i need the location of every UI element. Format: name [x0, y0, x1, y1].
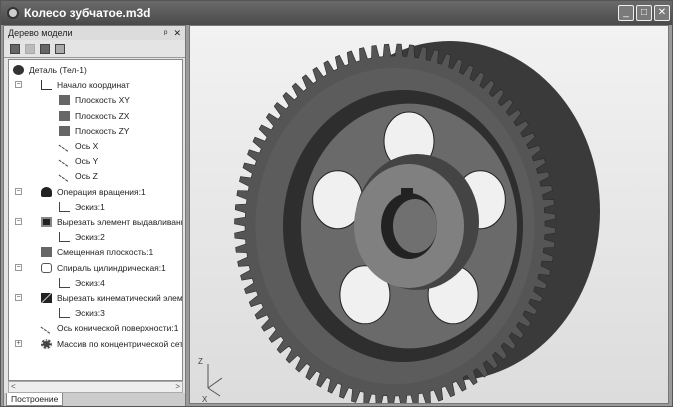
tab-construction[interactable]: Построение [6, 393, 64, 406]
sketch-icon [59, 308, 70, 319]
scroll-left-button[interactable]: < [11, 382, 16, 391]
plane-icon [41, 247, 52, 258]
plane-icon [59, 95, 70, 106]
tree-item-label: Массив по концентрической сетке:1 [57, 338, 183, 349]
expand-toggle[interactable]: − [15, 294, 22, 301]
title-bar: Колесо зубчатое.m3d [1, 1, 672, 25]
panel-tabs: Построение [4, 393, 185, 406]
tree-item-label: Вырезать кинематический элемент:1 [57, 293, 183, 303]
tree-view-icon[interactable] [10, 43, 20, 54]
tree-item[interactable]: Эскиз:1 [59, 200, 105, 214]
expand-toggle[interactable]: − [15, 263, 22, 271]
pin-button[interactable]: ᵖ [164, 28, 167, 38]
helix-icon [41, 262, 52, 273]
tree-item[interactable]: Массив по концентрической сетке:1 [41, 337, 183, 351]
tree-item[interactable]: Ось конической поверхности:1 [40, 321, 179, 335]
expand-toggle[interactable]: − [15, 187, 22, 195]
filter-icon[interactable] [55, 43, 65, 54]
tree-item-label: Начало координат [57, 80, 130, 91]
list-view-icon[interactable] [25, 43, 35, 54]
model-tree: Деталь (Тел-1) Начало координат − Плоскость… [8, 59, 183, 381]
revolve-icon [41, 186, 52, 197]
axis-icon [58, 155, 71, 167]
panel-title: Дерево модели [8, 28, 73, 38]
tree-item[interactable]: Эскиз:3 [59, 306, 105, 320]
sweep-cut-icon [41, 293, 52, 303]
expand-toggle[interactable]: − [15, 218, 22, 225]
app-icon [7, 7, 19, 19]
model-tree-panel: Дерево модели ᵖ ✕ Деталь (Тел-1) Начало к… [3, 25, 186, 406]
plane-icon [59, 110, 70, 121]
maximize-button[interactable]: □ [636, 5, 652, 21]
extrude-cut-icon [41, 217, 52, 227]
axis-y-line [207, 377, 223, 389]
tree-item[interactable]: Спираль цилиндрическая:1 [41, 261, 166, 275]
tree-item-label: Эскиз:2 [75, 232, 105, 243]
3d-viewport[interactable]: ZX [189, 25, 669, 404]
axis-icon [40, 323, 53, 334]
axis-x-label: X [202, 395, 208, 404]
tree-item-label: Плоскость ZY [75, 125, 130, 136]
document-icon[interactable] [40, 43, 50, 54]
tree-item-label: Ось X [75, 141, 99, 151]
panel-close-button[interactable]: ✕ [173, 28, 181, 39]
pattern-icon [41, 338, 52, 349]
tree-item[interactable]: Плоскость ZX [59, 109, 129, 123]
expand-toggle[interactable]: + [15, 339, 22, 347]
tree-item[interactable]: Плоскость ZY [59, 124, 129, 138]
tree-item[interactable]: Эскиз:4 [59, 276, 105, 290]
sketch-icon [59, 277, 70, 288]
tree-item[interactable]: Ось Z [58, 169, 98, 183]
tree-item-label: Операция вращения:1 [57, 186, 146, 197]
tree-item-label: Эскиз:1 [75, 201, 105, 212]
tree-item-label: Смещенная плоскость:1 [57, 247, 154, 258]
scroll-right-button[interactable]: > [175, 382, 180, 391]
part-icon [13, 65, 24, 75]
close-button[interactable]: ✕ [654, 5, 670, 21]
panel-header: Дерево модели ᵖ ✕ [4, 26, 185, 40]
tree-item-label: Плоскость ZX [75, 110, 130, 121]
tree-item[interactable]: Ось Y [58, 154, 99, 168]
panel-toolbar [4, 40, 185, 58]
minimize-button[interactable]: _ [618, 5, 634, 21]
origin-icon [41, 80, 52, 91]
tree-item[interactable]: Ось X [58, 139, 99, 153]
tree-item-label: Вырезать элемент выдавливания:1 [57, 217, 182, 227]
tree-item-label: Ось Z [75, 171, 98, 182]
expand-toggle[interactable]: − [15, 81, 22, 89]
tree-item-label: Ось конической поверхности:1 [57, 323, 179, 334]
tree-item-label: Эскиз:3 [75, 308, 105, 319]
window-title: Колесо зубчатое.m3d [24, 6, 151, 20]
bore-inner [393, 199, 437, 253]
tree-item[interactable]: Эскиз:2 [59, 230, 105, 244]
axis-icon [58, 171, 71, 182]
horizontal-scrollbar[interactable]: < > [8, 381, 183, 393]
gear-model: ZX [198, 41, 600, 404]
tree-item[interactable]: Вырезать кинематический элемент:1 [41, 291, 183, 305]
tree-item-label: Ось Y [75, 156, 99, 167]
tree-item-label: Спираль цилиндрическая:1 [57, 262, 166, 273]
tree-item[interactable]: Начало координат [41, 78, 130, 92]
tree-item-label: Деталь (Тел-1) [29, 65, 87, 75]
tree-item[interactable]: Операция вращения:1 [41, 185, 146, 199]
axis-icon [58, 140, 71, 152]
sketch-icon [59, 232, 70, 243]
plane-icon [59, 125, 70, 136]
tree-item[interactable]: Деталь (Тел-1) [13, 63, 87, 77]
tree-item[interactable]: Смещенная плоскость:1 [41, 245, 153, 259]
tree-item-label: Эскиз:4 [75, 277, 105, 288]
sketch-icon [59, 201, 70, 212]
tree-item[interactable]: Плоскость XY [59, 93, 130, 107]
axis-z-label: Z [198, 357, 203, 366]
tree-item-label: Плоскость XY [75, 95, 130, 106]
axis-x-line [207, 387, 221, 397]
main-window: Колесо зубчатое.m3d _ □ ✕ Дерево модели … [0, 0, 673, 407]
keyway [401, 188, 413, 196]
tree-item[interactable]: Вырезать элемент выдавливания:1 [41, 215, 182, 229]
